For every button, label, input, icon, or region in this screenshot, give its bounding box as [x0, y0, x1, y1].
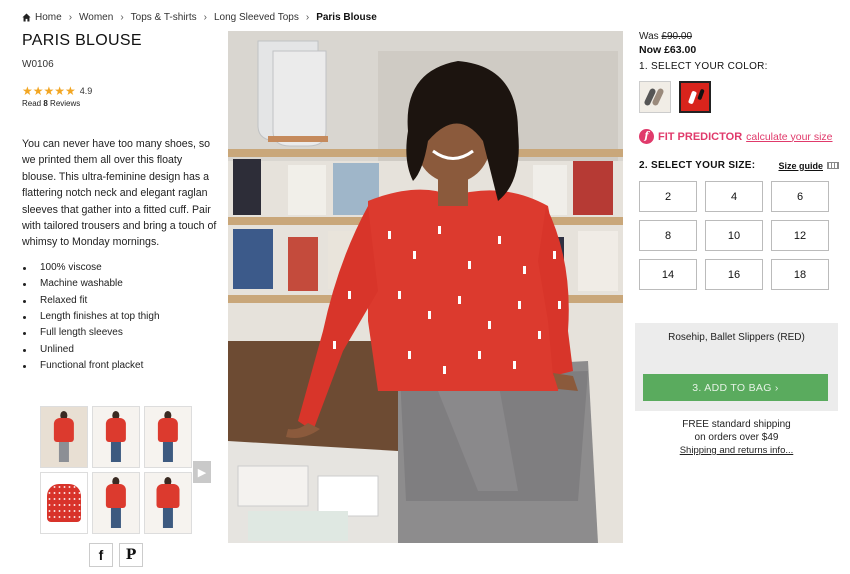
- rating-value: 4.9: [79, 86, 93, 96]
- size-option[interactable]: 6: [771, 181, 829, 212]
- breadcrumb-home[interactable]: Home: [35, 12, 62, 23]
- feature-list: 100% viscose Machine washable Relaxed fi…: [22, 260, 217, 375]
- size-option[interactable]: 4: [705, 181, 763, 212]
- size-option[interactable]: 8: [639, 220, 697, 251]
- shipping-info: FREE standard shipping on orders over $4…: [635, 418, 838, 457]
- add-to-bag-panel: Rosehip, Ballet Slippers (RED) 3. ADD TO…: [635, 323, 838, 411]
- size-option[interactable]: 12: [771, 220, 829, 251]
- color-swatches: [639, 81, 839, 113]
- home-icon[interactable]: [22, 12, 31, 22]
- thumbnail-image[interactable]: [144, 472, 192, 534]
- size-header: 2. SELECT YOUR SIZE: Size guide: [639, 160, 839, 171]
- reviews-link[interactable]: Read 8 Reviews: [22, 99, 217, 108]
- color-swatch-red[interactable]: [679, 81, 711, 113]
- feature-item: Functional front placket: [22, 358, 217, 374]
- breadcrumb-women[interactable]: Women: [79, 12, 113, 23]
- thumbnail-image[interactable]: [40, 406, 88, 468]
- size-option[interactable]: 14: [639, 259, 697, 290]
- product-title: PARIS BLOUSE: [22, 32, 142, 49]
- chevron-right-icon: ›: [203, 11, 207, 23]
- thumbnail-image[interactable]: [40, 472, 88, 534]
- product-info: PARIS BLOUSE W0106 ★★★★★ 4.9 Read 8 Revi…: [22, 32, 217, 375]
- feature-item: Full length sleeves: [22, 325, 217, 341]
- model-photo: [228, 31, 623, 543]
- fit-predictor-icon: f: [639, 129, 654, 144]
- purchase-panel: Was £90.00 Now £63.00 1. SELECT YOUR COL…: [639, 31, 839, 290]
- star-rating-icon: ★★★★★: [22, 84, 76, 98]
- shipping-line-1: FREE standard shipping: [682, 419, 791, 430]
- thumbnail-image[interactable]: [92, 472, 140, 534]
- size-guide-link[interactable]: Size guide: [778, 161, 839, 171]
- shipping-line-2: on orders over $49: [694, 432, 779, 443]
- product-description: You can never have too many shoes, so we…: [22, 138, 217, 249]
- product-main-image[interactable]: [228, 31, 623, 543]
- social-share: f P: [89, 543, 143, 567]
- feature-item: Unlined: [22, 342, 217, 358]
- size-label: 2. SELECT YOUR SIZE:: [639, 160, 756, 171]
- ruler-icon: [827, 162, 839, 169]
- chevron-right-icon: ›: [305, 11, 310, 23]
- size-option[interactable]: 16: [705, 259, 763, 290]
- add-to-bag-button[interactable]: 3. ADD TO BAG ›: [643, 374, 828, 401]
- feature-item: 100% viscose: [22, 260, 217, 276]
- thumbnail-image[interactable]: [92, 406, 140, 468]
- was-price: Was £90.00: [639, 31, 693, 42]
- pinterest-icon[interactable]: P: [119, 543, 143, 567]
- breadcrumb: Home › Women › Tops & T-shirts › Long Sl…: [22, 10, 377, 24]
- thumbnail-gallery: [40, 406, 192, 536]
- now-price: Now £63.00: [639, 44, 697, 56]
- thumbnail-image[interactable]: [144, 406, 192, 468]
- chevron-right-icon: ›: [120, 11, 124, 23]
- breadcrumb-current: Paris Blouse: [316, 11, 377, 23]
- breadcrumb-tops[interactable]: Tops & T-shirts: [131, 12, 197, 23]
- fit-predictor-label: FIT PREDICTOR: [658, 130, 743, 143]
- feature-item: Machine washable: [22, 276, 217, 292]
- selected-color-name: Rosehip, Ballet Slippers (RED): [668, 332, 805, 343]
- chevron-right-icon[interactable]: ▶: [193, 461, 211, 483]
- calculate-size-link[interactable]: calculate your size: [746, 131, 832, 143]
- rating[interactable]: ★★★★★ 4.9: [22, 84, 217, 98]
- breadcrumb-long-sleeved[interactable]: Long Sleeved Tops: [214, 12, 299, 23]
- size-option[interactable]: 2: [639, 181, 697, 212]
- color-label: 1. SELECT YOUR COLOR:: [639, 61, 768, 72]
- fit-predictor: f FIT PREDICTOR calculate your size: [639, 129, 839, 144]
- feature-item: Length finishes at top thigh: [22, 309, 217, 325]
- product-sku: W0106: [22, 59, 54, 70]
- size-option[interactable]: 18: [771, 259, 829, 290]
- facebook-icon[interactable]: f: [89, 543, 113, 567]
- size-option[interactable]: 10: [705, 220, 763, 251]
- feature-item: Relaxed fit: [22, 293, 217, 309]
- size-grid: 2 4 6 8 10 12 14 16 18: [639, 181, 839, 290]
- chevron-right-icon: ›: [68, 11, 73, 23]
- shipping-returns-link[interactable]: Shipping and returns info...: [635, 444, 838, 457]
- color-swatch-ivory[interactable]: [639, 81, 671, 113]
